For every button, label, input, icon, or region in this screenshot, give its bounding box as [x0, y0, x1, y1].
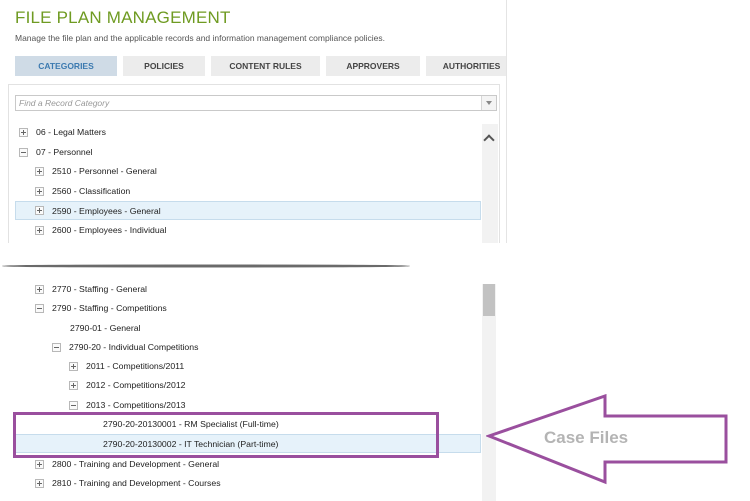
tree-node-selected[interactable]: 2590 - Employees - General — [15, 201, 481, 220]
collapse-icon[interactable] — [19, 147, 28, 157]
expand-icon[interactable] — [35, 186, 44, 196]
category-search-input[interactable] — [16, 96, 478, 110]
file-plan-panel-top: FILE PLAN MANAGEMENT Manage the file pla… — [0, 0, 507, 243]
tab-bar: CATEGORIES POLICIES CONTENT RULES APPROV… — [15, 56, 506, 76]
case-files-highlight — [13, 412, 439, 458]
tree-node-label: 2790-01 - General — [70, 323, 141, 333]
tree-node[interactable]: 2800 - Training and Development - Genera… — [35, 456, 219, 472]
chevron-down-icon — [486, 101, 492, 105]
tree-node-label: 2810 - Training and Development - Course… — [52, 478, 221, 488]
tree-node-label: 2790-20 - Individual Competitions — [69, 342, 199, 352]
search-dropdown-button[interactable] — [481, 96, 496, 110]
expand-icon[interactable] — [35, 284, 44, 294]
expand-icon[interactable] — [35, 459, 44, 469]
tree-node[interactable]: 2790-20 - Individual Competitions — [52, 339, 198, 355]
tree-node-label: 07 - Personnel — [36, 147, 93, 157]
tree-node[interactable]: 2011 - Competitions/2011 — [69, 358, 184, 374]
tree-node-label: 2013 - Competitions/2013 — [86, 400, 186, 410]
tree-scrollbar-top[interactable] — [482, 124, 498, 243]
tree-node[interactable]: 2790-01 - General — [70, 320, 141, 336]
scrollbar-thumb[interactable] — [483, 284, 495, 316]
expand-icon[interactable] — [35, 225, 44, 235]
tree-node[interactable]: 07 - Personnel — [19, 144, 93, 160]
chevron-up-icon[interactable] — [483, 134, 495, 146]
tree-node[interactable]: 2013 - Competitions/2013 — [69, 397, 186, 413]
tree-node-label: 2800 - Training and Development - Genera… — [52, 459, 220, 469]
collapse-icon[interactable] — [52, 342, 61, 352]
tree-node[interactable]: 2510 - Personnel - General — [35, 163, 157, 179]
tab-content-rules[interactable]: CONTENT RULES — [211, 56, 320, 76]
expand-icon[interactable] — [69, 361, 78, 371]
tree-node-label: 06 - Legal Matters — [36, 127, 107, 137]
expand-icon[interactable] — [35, 166, 44, 176]
tree-node[interactable]: 06 - Legal Matters — [19, 124, 106, 140]
tree-node[interactable]: 2770 - Staffing - General — [35, 281, 147, 297]
case-files-label: Case Files — [544, 428, 629, 447]
page-title: FILE PLAN MANAGEMENT — [15, 8, 231, 27]
tree-node-label: 2510 - Personnel - General — [52, 166, 157, 176]
tree-node-label: 2770 - Staffing - General — [52, 284, 147, 294]
screenshot-divider — [2, 264, 410, 268]
tab-categories[interactable]: CATEGORIES — [15, 56, 117, 76]
collapse-icon[interactable] — [35, 303, 44, 313]
tree-node-label: 2790 - Staffing - Competitions — [52, 303, 167, 313]
collapse-icon[interactable] — [69, 400, 78, 410]
tree-node[interactable]: 2810 - Training and Development - Course… — [35, 475, 221, 491]
tree-node-label: 2600 - Employees - Individual — [52, 225, 167, 235]
tab-approvers[interactable]: APPROVERS — [326, 56, 420, 76]
tree-node[interactable]: 2560 - Classification — [35, 183, 130, 199]
expand-icon[interactable] — [35, 206, 44, 215]
tree-node-label: 2560 - Classification — [52, 186, 131, 196]
category-search — [15, 95, 497, 111]
tree-node[interactable]: 2012 - Competitions/2012 — [69, 377, 186, 393]
tree-node-label: 2012 - Competitions/2012 — [86, 380, 186, 390]
tree-node-label: 2011 - Competitions/2011 — [86, 361, 185, 371]
tree-node[interactable]: 2600 - Employees - Individual — [35, 222, 166, 238]
expand-icon[interactable] — [35, 478, 44, 488]
page-subtitle: Manage the file plan and the applicable … — [15, 33, 385, 43]
tree-node[interactable]: 2790 - Staffing - Competitions — [35, 300, 167, 316]
tab-policies[interactable]: POLICIES — [123, 56, 205, 76]
tree-node-label: 2590 - Employees - General — [52, 205, 161, 216]
tab-authorities[interactable]: AUTHORITIES — [426, 56, 506, 76]
expand-icon[interactable] — [69, 380, 78, 390]
expand-icon[interactable] — [19, 127, 28, 137]
